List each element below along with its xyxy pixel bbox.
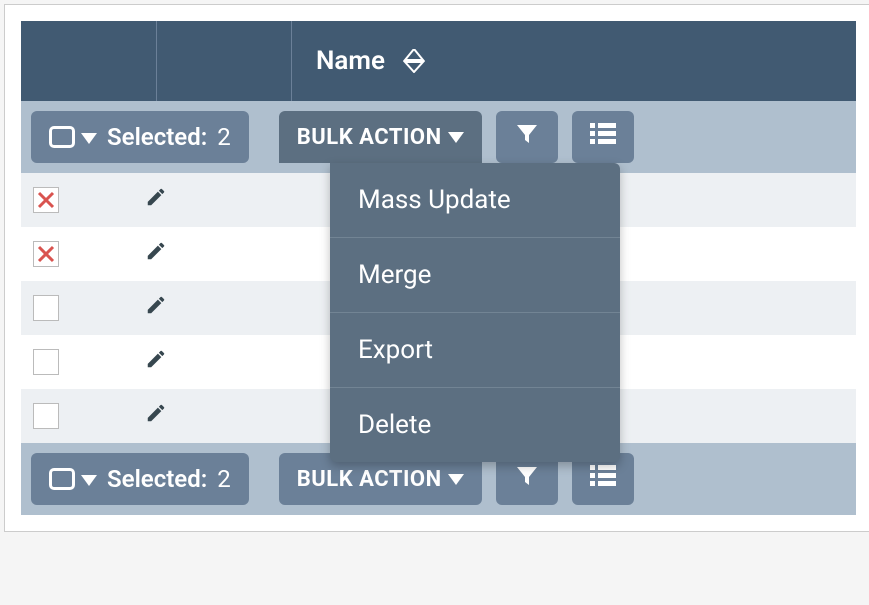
- bulk-action-dropdown: Mass Update Merge Export Delete: [330, 163, 620, 462]
- list-icon: [590, 123, 616, 151]
- dropdown-item-mass-update[interactable]: Mass Update: [330, 163, 620, 238]
- row-checkbox[interactable]: [33, 349, 59, 375]
- filter-icon: [515, 122, 539, 152]
- edit-icon[interactable]: [145, 402, 167, 430]
- bulk-action-button[interactable]: Bulk Action: [279, 111, 482, 163]
- caret-down-icon: [81, 123, 97, 151]
- header-name-label: Name: [316, 46, 385, 76]
- selected-label: Selected:: [107, 465, 207, 493]
- edit-icon[interactable]: [145, 348, 167, 376]
- selected-count: 2: [217, 465, 231, 493]
- row-checkbox[interactable]: [33, 295, 59, 321]
- selected-label: Selected:: [107, 123, 207, 151]
- table-header: Name: [21, 21, 856, 101]
- caret-down-icon: [81, 465, 97, 493]
- edit-icon[interactable]: [145, 186, 167, 214]
- dropdown-item-delete[interactable]: Delete: [330, 388, 620, 462]
- columns-button[interactable]: [572, 111, 634, 163]
- toolbar-top: Selected:2 Bulk Action Mas: [21, 101, 856, 173]
- filter-icon: [515, 464, 539, 494]
- sort-icon[interactable]: [403, 49, 425, 73]
- filter-button[interactable]: [496, 111, 558, 163]
- select-all-chip[interactable]: Selected: 2: [31, 111, 249, 163]
- header-edit-col: [157, 21, 292, 101]
- bulk-action-label: Bulk Action: [297, 467, 442, 492]
- dropdown-item-merge[interactable]: Merge: [330, 238, 620, 313]
- header-name-col[interactable]: Name: [292, 46, 856, 76]
- dropdown-item-export[interactable]: Export: [330, 313, 620, 388]
- select-all-chip[interactable]: Selected: 2: [31, 453, 249, 505]
- row-checkbox[interactable]: [33, 187, 59, 213]
- caret-down-icon: [448, 467, 464, 492]
- edit-icon[interactable]: [145, 240, 167, 268]
- edit-icon[interactable]: [145, 294, 167, 322]
- caret-down-icon: [448, 125, 464, 150]
- select-all-checkbox-icon: [49, 126, 75, 148]
- selected-count: 2: [217, 123, 231, 151]
- row-checkbox[interactable]: [33, 403, 59, 429]
- bulk-action-label: Bulk Action: [297, 125, 442, 150]
- select-all-checkbox-icon: [49, 468, 75, 490]
- records-panel: Name Selected: 2 Bulk Action: [4, 4, 869, 532]
- list-icon: [590, 465, 616, 493]
- header-select-col: [21, 21, 157, 101]
- row-checkbox[interactable]: [33, 241, 59, 267]
